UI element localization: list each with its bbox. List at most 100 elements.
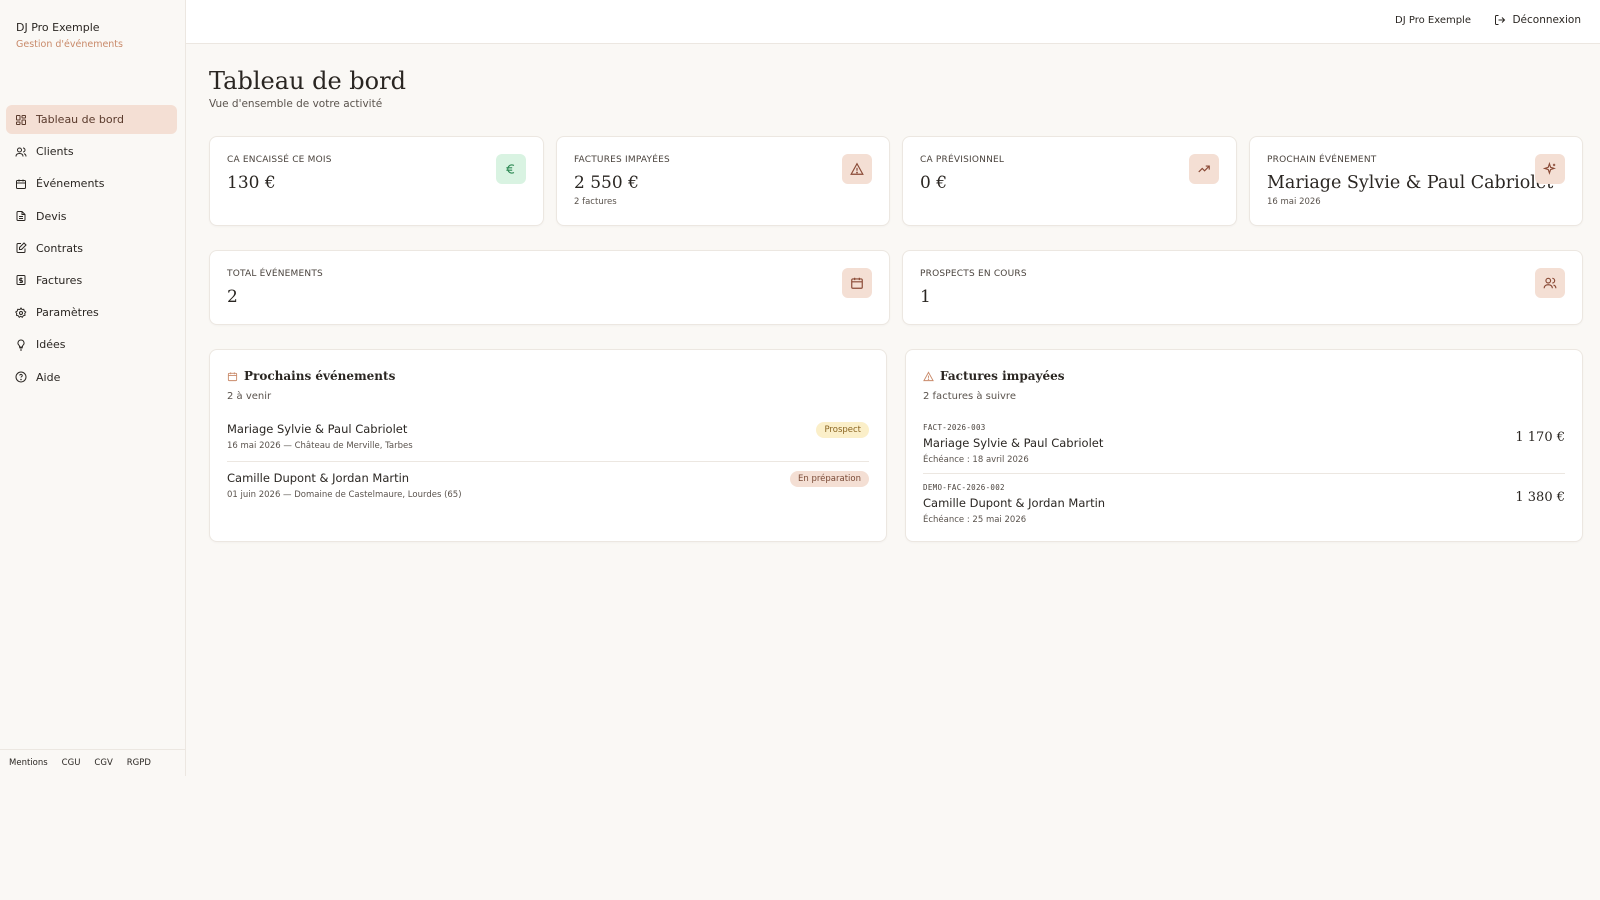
event-title: Camille Dupont & Jordan Martin: [227, 471, 410, 485]
sidebar-item-label: Paramètres: [36, 306, 99, 320]
top-bar: DJ Pro Exemple Déconnexion: [186, 0, 1600, 44]
brand-subtitle: Gestion d'événements: [16, 39, 123, 50]
user-name: DJ Pro Exemple: [1395, 15, 1471, 26]
trending-up-icon: [1189, 154, 1219, 184]
logout-icon: [1495, 15, 1506, 25]
invoice-client: Camille Dupont & Jordan Martin: [923, 496, 1106, 510]
footer-link-rgpd[interactable]: RGPD: [127, 758, 151, 768]
divider: [227, 461, 869, 462]
warning-icon: [842, 154, 872, 184]
lightbulb-icon: [15, 339, 27, 351]
sidebar-item-label: Idées: [36, 338, 66, 352]
sidebar-item-contracts[interactable]: Contrats: [6, 234, 177, 263]
stat-label: CA ENCAISSÉ CE MOIS: [227, 155, 332, 165]
sidebar-footer: Mentions CGU CGV RGPD: [0, 749, 186, 776]
help-icon: [15, 371, 27, 383]
sidebar-item-dashboard[interactable]: Tableau de bord: [6, 105, 177, 134]
stat-card-ca-month: CA ENCAISSÉ CE MOIS 130 €: [209, 136, 544, 226]
panel-title-text: Prochains événements: [244, 369, 396, 383]
sparkles-icon: [1535, 154, 1565, 184]
sidebar-item-label: Tableau de bord: [36, 113, 124, 126]
sidebar-item-label: Clients: [36, 145, 74, 159]
stat-note: 2 factures: [574, 197, 617, 207]
panel-title: Factures impayées: [923, 369, 1065, 383]
list-item[interactable]: FACT-2026-003 Mariage Sylvie & Paul Cabr…: [923, 423, 1565, 465]
calendar-icon: [227, 371, 238, 381]
logout-label: Déconnexion: [1512, 14, 1581, 26]
sidebar: DJ Pro Exemple Gestion d'événements Tabl…: [0, 0, 186, 776]
list-item[interactable]: Camille Dupont & Jordan Martin 01 juin 2…: [227, 471, 869, 500]
sidebar-item-label: Aide: [36, 370, 61, 384]
stat-card-total-events: TOTAL ÉVÉNEMENTS 2: [209, 250, 890, 325]
panel-subtitle: 2 à venir: [227, 391, 272, 402]
pen-document-icon: [15, 242, 27, 254]
stat-value: 2: [227, 287, 238, 307]
stat-card-unpaid: FACTURES IMPAYÉES 2 550 € 2 factures: [556, 136, 890, 226]
panel-subtitle: 2 factures à suivre: [923, 391, 1016, 402]
list-item[interactable]: DEMO-FAC-2026-002 Camille Dupont & Jorda…: [923, 483, 1565, 525]
invoice-client: Mariage Sylvie & Paul Cabriolet: [923, 436, 1104, 450]
sidebar-item-events[interactable]: Événements: [6, 169, 177, 198]
upcoming-events-panel: Prochains événements 2 à venir Mariage S…: [209, 349, 887, 542]
brand-name: DJ Pro Exemple: [16, 21, 100, 34]
footer-link-mentions[interactable]: Mentions: [9, 758, 48, 768]
stat-label: CA PRÉVISIONNEL: [920, 155, 1005, 165]
stat-value: Mariage Sylvie & Paul Cabriolet: [1267, 173, 1554, 193]
sidebar-item-settings[interactable]: Paramètres: [6, 298, 177, 327]
sidebar-item-ideas[interactable]: Idées: [6, 330, 177, 359]
stat-note: 16 mai 2026: [1267, 197, 1321, 207]
sidebar-nav: Tableau de bord Clients Événements Devis…: [6, 105, 177, 395]
status-badge: En préparation: [790, 471, 869, 487]
sidebar-item-quotes[interactable]: Devis: [6, 202, 177, 231]
event-meta: 01 juin 2026 — Domaine de Castelmaure, L…: [227, 490, 462, 500]
list-item[interactable]: Mariage Sylvie & Paul Cabriolet 16 mai 2…: [227, 422, 869, 451]
euro-icon: [496, 154, 526, 184]
footer-link-cgu[interactable]: CGU: [62, 758, 81, 768]
document-icon: [15, 210, 27, 222]
footer-link-cgv[interactable]: CGV: [94, 758, 112, 768]
invoice-icon: [15, 274, 27, 286]
page-subtitle: Vue d'ensemble de votre activité: [209, 98, 383, 110]
stat-value: 1: [920, 287, 931, 307]
event-title: Mariage Sylvie & Paul Cabriolet: [227, 422, 408, 436]
sidebar-item-clients[interactable]: Clients: [6, 137, 177, 166]
event-meta: 16 mai 2026 — Château de Merville, Tarbe…: [227, 441, 413, 451]
sidebar-item-label: Événements: [36, 177, 105, 191]
divider: [923, 473, 1565, 474]
stat-card-forecast: CA PRÉVISIONNEL 0 €: [902, 136, 1237, 226]
invoice-due: Échéance : 25 mai 2026: [923, 515, 1027, 525]
sidebar-item-label: Contrats: [36, 241, 84, 255]
panel-title: Prochains événements: [227, 369, 395, 383]
stat-label: TOTAL ÉVÉNEMENTS: [227, 269, 323, 279]
logout-button[interactable]: Déconnexion: [1494, 14, 1581, 26]
users-icon: [1535, 268, 1565, 298]
invoice-code: DEMO-FAC-2026-002: [923, 483, 1005, 492]
invoice-amount: 1 170 €: [1515, 430, 1565, 445]
stat-label: PROCHAIN ÉVÉNEMENT: [1267, 155, 1377, 165]
sidebar-item-label: Devis: [36, 209, 67, 223]
calendar-icon: [15, 178, 27, 190]
sidebar-item-help[interactable]: Aide: [6, 363, 177, 392]
gear-icon: [15, 306, 27, 319]
warning-icon: [923, 370, 934, 381]
users-icon: [15, 146, 27, 158]
page-title: Tableau de bord: [209, 67, 406, 95]
stat-label: PROSPECTS EN COURS: [920, 269, 1027, 279]
sidebar-item-invoices[interactable]: Factures: [6, 266, 177, 295]
stat-value: 130 €: [227, 173, 276, 193]
unpaid-invoices-panel: Factures impayées 2 factures à suivre FA…: [905, 349, 1583, 542]
stat-label: FACTURES IMPAYÉES: [574, 155, 670, 165]
stat-card-next-event: PROCHAIN ÉVÉNEMENT Mariage Sylvie & Paul…: [1249, 136, 1583, 226]
stat-value: 0 €: [920, 173, 948, 193]
sidebar-item-label: Factures: [36, 273, 83, 287]
status-badge: Prospect: [816, 422, 869, 438]
stat-value: 2 550 €: [574, 173, 639, 193]
dashboard-icon: [15, 114, 27, 126]
invoice-amount: 1 380 €: [1515, 490, 1565, 505]
stat-card-prospects: PROSPECTS EN COURS 1: [902, 250, 1583, 325]
invoice-due: Échéance : 18 avril 2026: [923, 455, 1029, 465]
brand[interactable]: DJ Pro Exemple Gestion d'événements: [16, 21, 123, 50]
calendar-icon: [842, 268, 872, 298]
invoice-code: FACT-2026-003: [923, 423, 986, 432]
panel-title-text: Factures impayées: [940, 369, 1065, 383]
